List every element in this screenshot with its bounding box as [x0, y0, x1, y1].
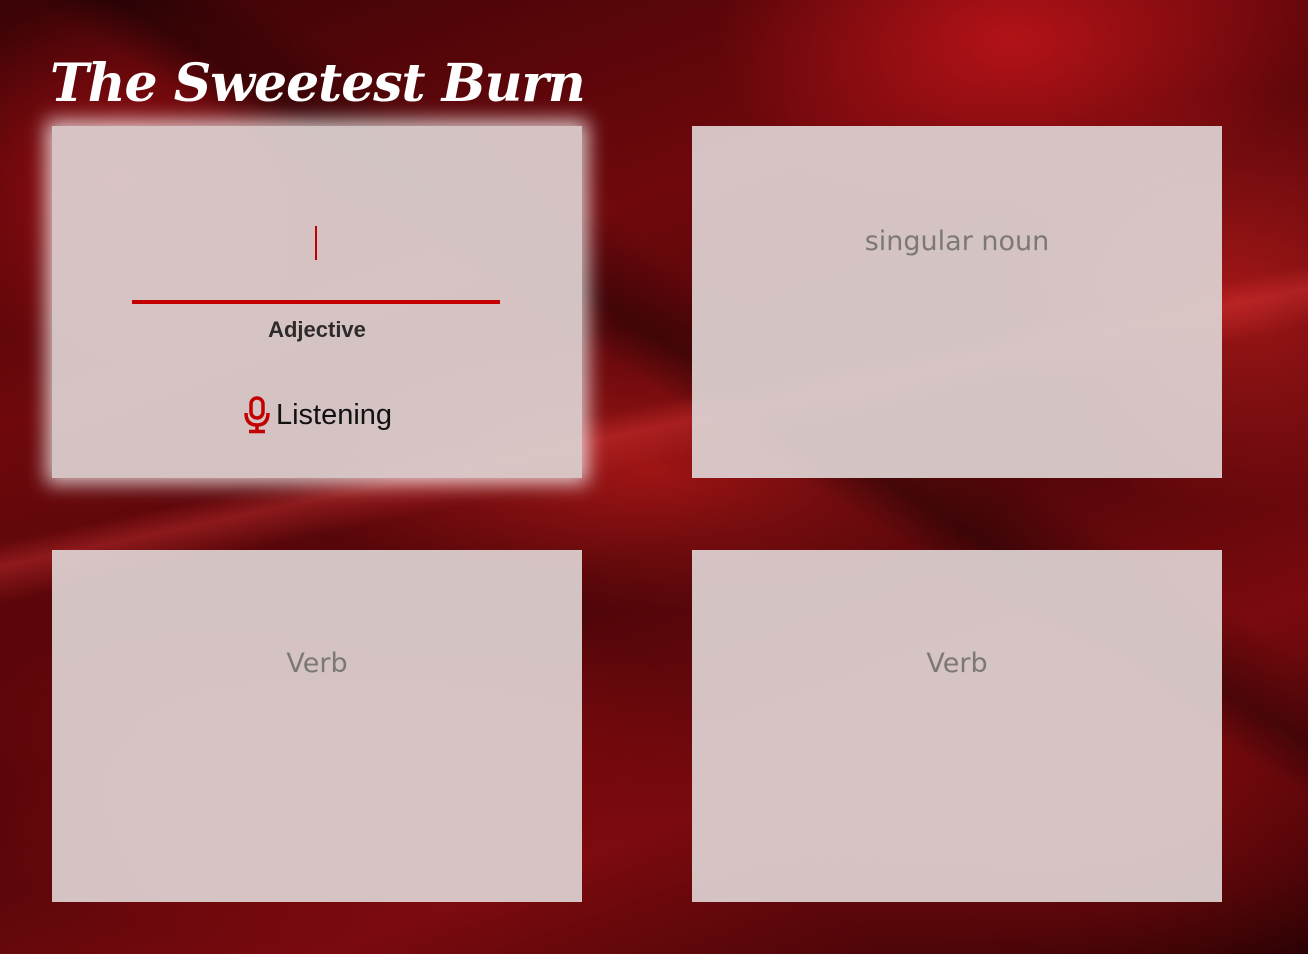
card-placeholder: Verb: [926, 648, 988, 679]
word-card-singular-noun[interactable]: singular noun: [692, 126, 1222, 478]
listening-status-text: Listening: [275, 398, 393, 431]
word-card-adjective[interactable]: Adjective Listening: [52, 126, 582, 478]
card-placeholder: singular noun: [864, 226, 1050, 257]
page-title: The Sweetest Burn: [50, 53, 586, 114]
microphone-icon: [242, 396, 272, 434]
text-caret: [315, 226, 317, 260]
card-placeholder: Verb: [286, 648, 348, 679]
listening-indicator: Listening: [52, 396, 582, 434]
part-of-speech-label: Adjective: [268, 317, 366, 342]
word-card-verb-2[interactable]: Verb: [692, 550, 1222, 902]
word-card-verb-1[interactable]: Verb: [52, 550, 582, 902]
